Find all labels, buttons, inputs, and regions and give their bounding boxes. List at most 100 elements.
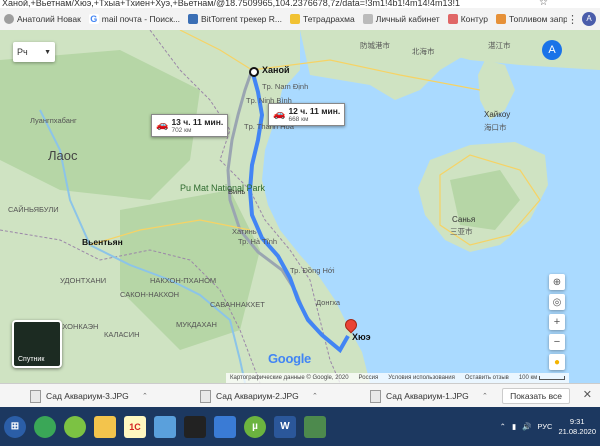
- map-type-label: Рч: [17, 47, 28, 57]
- word-icon[interactable]: W: [274, 415, 296, 438]
- label-luangprabang: Луангпхабанг: [30, 116, 77, 125]
- satellite-label: Спутник: [18, 356, 45, 363]
- label-pumat: Pu Mat National Park: [180, 183, 266, 193]
- network-icon[interactable]: [154, 415, 176, 438]
- label-donghoi: Тр. Đồng Hới: [290, 266, 335, 275]
- label-vientiane: Вьентьян: [82, 237, 123, 247]
- bookmark-label: mail почта - Поиск...: [101, 14, 181, 24]
- car-icon: 🚗: [156, 120, 169, 131]
- label-hue: Хюэ: [352, 332, 371, 342]
- app-icon[interactable]: [214, 415, 236, 438]
- file-icon: [370, 389, 381, 403]
- windows-taskbar: ⊞ 1C µ W ⌃ ▮ 🔊 РУС 9:31 21.08.2020: [0, 407, 600, 446]
- zoom-in-button[interactable]: +: [549, 314, 565, 330]
- label-udon: УДОНТХАНИ: [60, 276, 107, 285]
- label-fangcheng: 防城港市: [360, 41, 390, 50]
- explorer-icon[interactable]: [94, 415, 116, 438]
- label-sanya-cn: 三亚市: [450, 227, 473, 236]
- route-primary-tooltip[interactable]: 🚗 12 ч. 11 мин. 668 км: [268, 103, 346, 126]
- download-item[interactable]: Сад Аквариум-3.JPG ⌃: [0, 389, 170, 403]
- label-namdinh: Tp. Nam Định: [262, 82, 309, 91]
- clock-time: 9:31: [569, 416, 585, 426]
- my-location-icon[interactable]: ◎: [549, 294, 565, 310]
- fuel-icon: [495, 14, 506, 24]
- chrome-icon[interactable]: [34, 415, 56, 438]
- menu-dots-icon[interactable]: ⋮: [567, 13, 578, 26]
- profile-avatar[interactable]: A: [582, 12, 596, 26]
- label-hatin: Хатинь: [232, 227, 257, 236]
- 1c-icon[interactable]: 1C: [124, 415, 146, 438]
- link-icon: [362, 14, 373, 24]
- bookmark-label: Личный кабинет: [375, 14, 440, 24]
- feedback-link[interactable]: Оставить отзыв: [465, 375, 509, 381]
- map-type-selector[interactable]: Рч ▼: [13, 42, 55, 62]
- google-g-icon: G: [88, 14, 99, 24]
- utorrent-icon[interactable]: µ: [244, 415, 266, 438]
- route-distance: 702 км: [171, 127, 192, 134]
- torrent-icon: [188, 14, 199, 24]
- pegman-icon[interactable]: ●: [549, 354, 565, 370]
- map-canvas[interactable]: Рч ▼ A Лаос Луангпхабанг Ханой Винь Tp. …: [0, 30, 600, 383]
- download-item[interactable]: Сад Аквариум-1.JPG ⌃: [340, 389, 510, 403]
- bookmark-star-icon[interactable]: ☆: [539, 0, 548, 8]
- route-distance: 668 км: [288, 116, 309, 123]
- close-icon[interactable]: ✕: [583, 388, 592, 401]
- zoom-out-button[interactable]: −: [549, 334, 565, 350]
- label-sainyabuli: САЙНЬЯБУЛИ: [8, 205, 59, 214]
- label-savannakhet: САВАННАКХЕТ: [210, 300, 265, 309]
- scale-label: 100 км: [518, 375, 538, 381]
- route-alt-tooltip[interactable]: 🚗 13 ч. 11 мин. 702 км: [151, 114, 229, 137]
- file-icon: [30, 389, 41, 403]
- country-link[interactable]: Россия: [359, 375, 379, 381]
- photo-viewer-icon[interactable]: [304, 415, 326, 438]
- media-icon[interactable]: [184, 415, 206, 438]
- bookmark-item[interactable]: Анатолий Новак: [0, 14, 85, 24]
- bookmark-item[interactable]: BitTorrent трекер R...: [184, 14, 286, 24]
- map-footer: Картографические данные © Google, 2020 Р…: [226, 373, 570, 383]
- bookmark-item[interactable]: Тетрадрахма: [286, 14, 359, 24]
- bookmark-item[interactable]: G mail почта - Поиск...: [85, 14, 184, 24]
- route-duration: 13 ч. 11 мин.: [171, 117, 224, 127]
- label-khonkaen: КХОНКАЭН: [58, 322, 99, 331]
- hanoi-marker: [249, 67, 259, 77]
- satellite-layer-toggle[interactable]: Спутник: [12, 320, 62, 368]
- url-text[interactable]: Ханой,+Вьетнам/Хюэ,+Тхыа+Тхиен+Хуэ,+Вьет…: [2, 0, 460, 8]
- network-tray-icon[interactable]: ▮: [512, 422, 516, 431]
- bookmark-item[interactable]: Личный кабинет: [359, 14, 444, 24]
- clock[interactable]: 9:31 21.08.2020: [558, 417, 596, 437]
- icq-icon[interactable]: [64, 415, 86, 438]
- download-filename: Сад Аквариум-2.JPG: [216, 391, 299, 401]
- label-nakhon: НАКХОН-ПХАНОМ: [150, 276, 217, 285]
- clock-date: 21.08.2020: [558, 426, 596, 436]
- file-icon: [200, 389, 211, 403]
- chevron-down-icon[interactable]: ⌃: [482, 392, 488, 400]
- bookmark-item[interactable]: Контур: [444, 14, 492, 24]
- download-filename: Сад Аквариум-1.JPG: [386, 391, 469, 401]
- show-all-downloads-button[interactable]: Показать все: [502, 388, 570, 404]
- route-duration: 12 ч. 11 мин.: [288, 106, 341, 116]
- label-beihai: 北海市: [412, 47, 435, 56]
- label-hatinh: Тр. Hà Tĩnh: [238, 237, 278, 246]
- account-avatar[interactable]: A: [542, 40, 562, 60]
- start-button[interactable]: ⊞: [4, 415, 26, 438]
- chevron-down-icon[interactable]: ⌃: [142, 392, 148, 400]
- label-sakon: САКОН-НАКХОН: [120, 290, 180, 299]
- address-bar[interactable]: Ханой,+Вьетнам/Хюэ,+Тхыа+Тхиен+Хуэ,+Вьет…: [0, 0, 600, 8]
- download-item[interactable]: Сад Аквариум-2.JPG ⌃: [170, 389, 340, 403]
- car-icon: 🚗: [273, 109, 286, 120]
- chevron-down-icon: ▼: [44, 48, 51, 56]
- language-indicator[interactable]: РУС: [537, 422, 552, 431]
- bookmark-label: Тетрадрахма: [302, 14, 355, 24]
- label-sanya: Санья: [452, 215, 476, 224]
- volume-icon[interactable]: 🔊: [522, 422, 531, 431]
- terms-link[interactable]: Условия использования: [388, 375, 455, 381]
- globe-icon[interactable]: ⊕: [549, 274, 565, 290]
- map-data-credit: Картографические данные © Google, 2020: [230, 375, 349, 381]
- browser-toolbar-right: ⋮ A: [567, 8, 600, 30]
- scale-bar[interactable]: 100 км: [518, 375, 566, 381]
- tray-up-icon[interactable]: ⌃: [500, 422, 506, 431]
- account-icon: [4, 14, 14, 24]
- chevron-down-icon[interactable]: ⌃: [312, 392, 318, 400]
- bookmarks-bar: Анатолий Новак G mail почта - Поиск... B…: [0, 8, 600, 31]
- bookmark-label: Контур: [460, 14, 488, 24]
